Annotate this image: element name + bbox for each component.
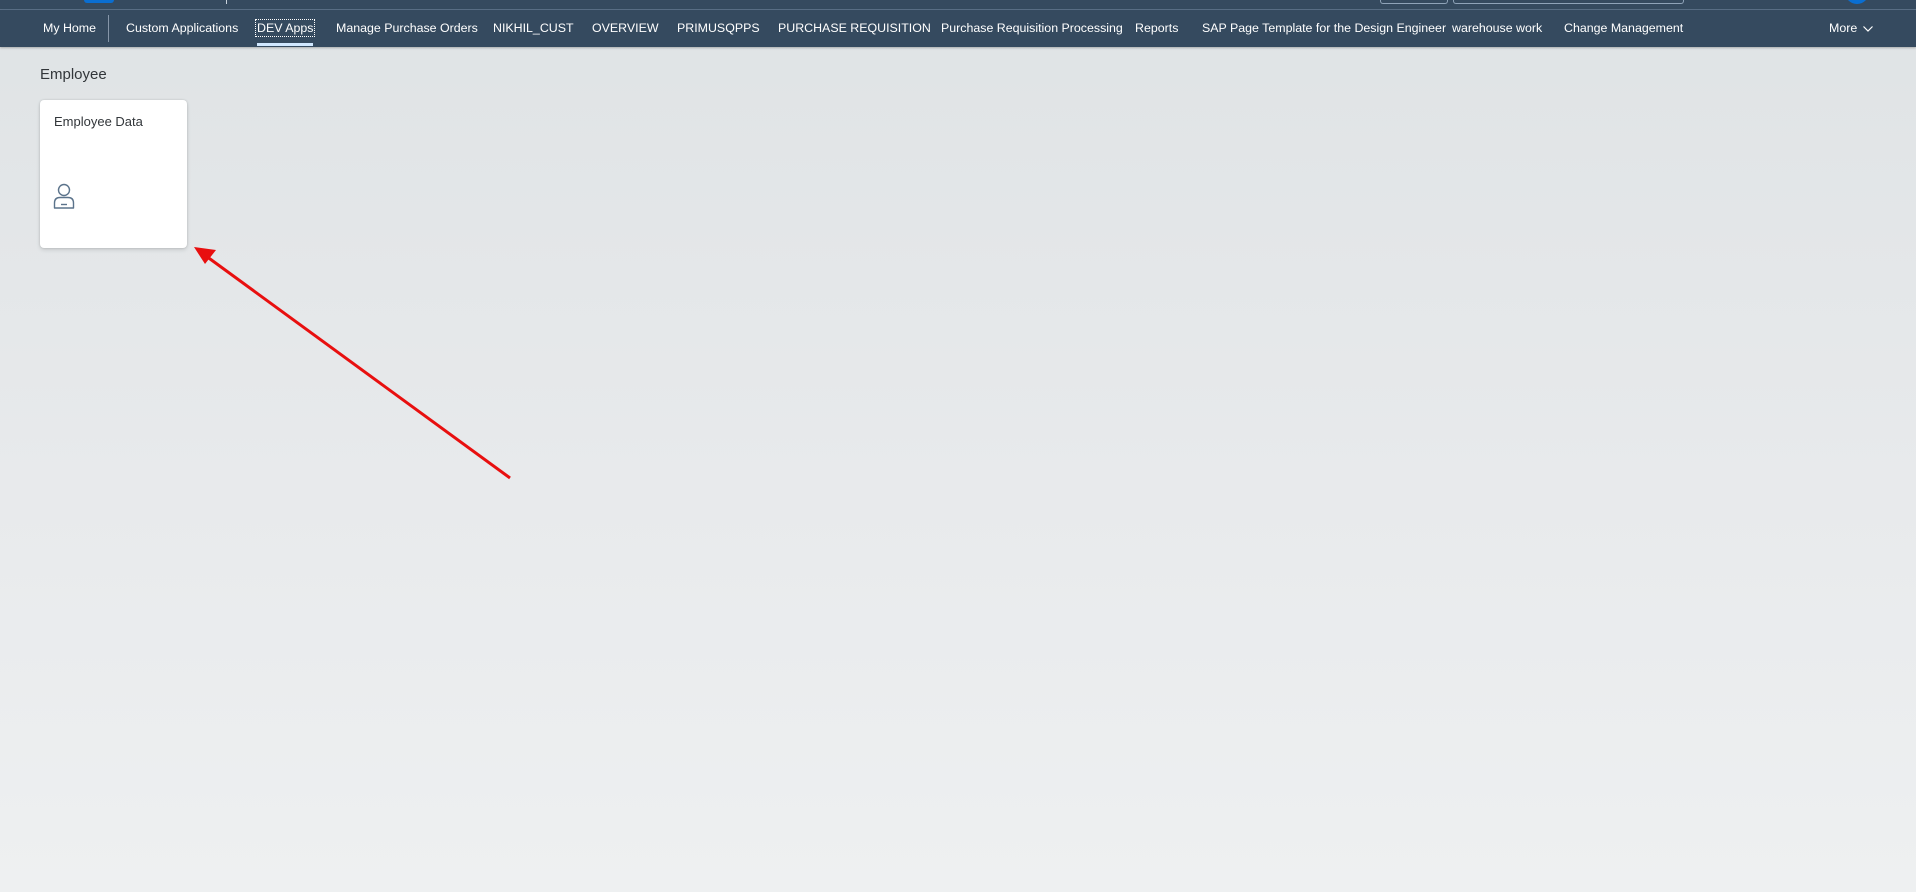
employee-data-tile[interactable]: Employee Data (40, 100, 187, 248)
header-button-stub[interactable] (1380, 0, 1448, 4)
nav-item-label: My Home (43, 21, 97, 35)
nav-item-label: Manage Purchase Orders (336, 21, 478, 35)
header-search-stub[interactable] (1453, 0, 1684, 4)
group-title: Employee (40, 66, 107, 83)
chevron-down-icon (1863, 25, 1874, 32)
employee-icon (53, 183, 75, 209)
nav-item-label: Change Management (1564, 21, 1684, 35)
nav-item-label: warehouse work (1452, 21, 1543, 35)
nav-item-change-management[interactable]: Change Management (1564, 10, 1683, 47)
logo-stub (84, 0, 114, 3)
nav-item-nikhil-cust[interactable]: NIKHIL_CUST (493, 10, 574, 47)
tile-title: Employee Data (54, 114, 143, 129)
header-separator (226, 0, 227, 4)
nav-item-label: Purchase Requisition Processing (941, 21, 1123, 35)
nav-item-label: SAP Page Template for the Design Enginee… (1202, 21, 1447, 35)
nav-item-primusqpps[interactable]: PRIMUSQPPS (677, 10, 760, 47)
shell-header-strip (0, 0, 1916, 10)
nav-item-custom-applications[interactable]: Custom Applications (126, 10, 238, 47)
nav-item-label: OVERVIEW (592, 21, 659, 35)
nav-item-purchase-requisition-processing[interactable]: Purchase Requisition Processing (941, 10, 1123, 47)
annotation-arrow (194, 247, 511, 480)
nav-more-label: More (1829, 21, 1858, 35)
space-navigation-bar: My Home Custom Applications DEV Apps Man… (0, 10, 1916, 47)
nav-item-manage-purchase-orders[interactable]: Manage Purchase Orders (336, 10, 478, 47)
nav-item-label: NIKHIL_CUST (493, 21, 574, 35)
nav-item-label: PURCHASE REQUISITION (778, 21, 931, 35)
nav-divider (108, 15, 109, 42)
nav-item-warehouse-work[interactable]: warehouse work (1452, 10, 1542, 47)
nav-item-sap-page-template[interactable]: SAP Page Template for the Design Enginee… (1202, 10, 1446, 47)
nav-item-purchase-requisition[interactable]: PURCHASE REQUISITION (778, 10, 931, 47)
nav-item-reports[interactable]: Reports (1135, 10, 1178, 47)
nav-item-label: Custom Applications (126, 21, 239, 35)
nav-item-dev-apps[interactable]: DEV Apps (254, 10, 316, 47)
user-avatar[interactable] (1845, 0, 1869, 4)
nav-item-label: DEV Apps (254, 19, 316, 37)
nav-item-label: PRIMUSQPPS (677, 21, 760, 35)
nav-item-overview[interactable]: OVERVIEW (592, 10, 659, 47)
nav-more-button[interactable]: More (1829, 10, 1874, 47)
nav-item-label: Reports (1135, 21, 1179, 35)
nav-item-my-home[interactable]: My Home (43, 10, 96, 47)
